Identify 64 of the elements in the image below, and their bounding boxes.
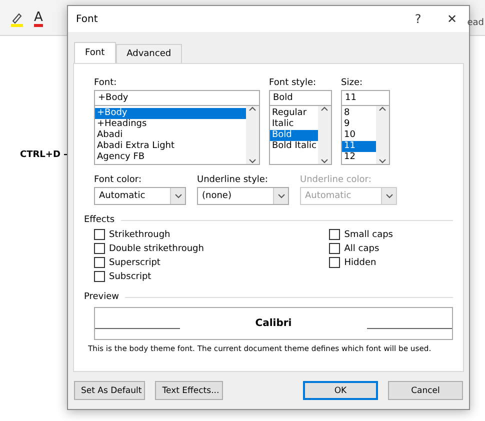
scroll-down-icon[interactable]	[379, 159, 386, 164]
field-label: Underline color:	[300, 175, 372, 185]
checkbox-box[interactable]	[329, 257, 340, 268]
list-box[interactable]: +Body +Headings Abadi Abadi Extra Light Agency FB	[94, 106, 260, 165]
list-item[interactable]: Abadi Extra Light	[95, 141, 246, 152]
checkbox[interactable]: Small caps	[329, 229, 393, 240]
scroll-down-icon[interactable]	[321, 159, 328, 164]
group-title: Preview	[84, 292, 120, 302]
list-item[interactable]: 12	[342, 152, 376, 163]
input-field[interactable]: +Body	[94, 90, 260, 106]
field-label: Underline style:	[197, 175, 269, 185]
list-item[interactable]: Agency FB	[95, 152, 246, 163]
scroll-up-icon[interactable]	[321, 106, 328, 111]
checkbox-box[interactable]	[329, 243, 340, 254]
list-item[interactable]: Bold	[270, 130, 318, 141]
checkbox-box[interactable]	[94, 271, 105, 282]
field-label: Font:	[94, 78, 118, 88]
tab[interactable]: Advanced	[116, 44, 182, 63]
checkbox-box[interactable]	[94, 257, 105, 268]
scroll-down-icon[interactable]	[278, 194, 284, 198]
list-box[interactable]: Regular Italic Bold Bold Italic	[269, 106, 332, 165]
scroll-down-icon[interactable]	[174, 194, 182, 198]
checkbox[interactable]: Hidden	[329, 257, 393, 268]
dialog-button[interactable]: OK	[303, 381, 378, 400]
list-item[interactable]: +Body	[95, 108, 246, 119]
list-item[interactable]: 8	[342, 108, 376, 119]
input-field[interactable]: Bold	[269, 90, 332, 106]
list-item[interactable]: +Headings	[95, 119, 246, 130]
dropdown[interactable]: (none)	[197, 187, 289, 205]
list-item[interactable]: Abadi	[95, 130, 246, 141]
checkbox[interactable]: All caps	[329, 243, 393, 254]
checkbox[interactable]: Superscript	[94, 257, 204, 268]
scroll-up-icon[interactable]	[249, 106, 256, 111]
checkbox-box[interactable]	[94, 229, 105, 240]
checkbox-box[interactable]	[94, 243, 105, 254]
dialog-button[interactable]: Set As Default	[74, 381, 146, 400]
list-box[interactable]: 8 9 10 11 12	[341, 106, 390, 165]
field-label: Font style:	[269, 78, 318, 88]
dialog-button[interactable]: Text Effects...	[155, 381, 223, 400]
checkbox[interactable]: Strikethrough	[94, 229, 204, 240]
tab[interactable]: Font	[74, 42, 116, 63]
checkbox[interactable]: Subscript	[94, 271, 204, 282]
window-title: Font	[76, 14, 99, 24]
scroll-up-icon[interactable]	[379, 106, 386, 111]
group-title: Effects	[84, 215, 115, 225]
list-item[interactable]: 9	[342, 119, 376, 130]
checkbox-box[interactable]	[329, 229, 340, 240]
dialog-button[interactable]: Cancel	[388, 381, 463, 400]
preview-sample: Calibri	[254, 318, 293, 329]
list-item[interactable]: 11	[342, 141, 376, 152]
checkbox[interactable]: Double strikethrough	[94, 243, 204, 254]
list-item[interactable]: Bold Italic	[270, 141, 318, 152]
dropdown[interactable]: Automatic	[94, 187, 186, 205]
font-color-button[interactable]: A	[34, 11, 43, 27]
highlighter-icon[interactable]	[10, 11, 24, 27]
field-label: Font color:	[94, 175, 142, 185]
list-item[interactable]: 10	[342, 130, 376, 141]
help-button[interactable]: ?	[401, 6, 435, 32]
list-item[interactable]: Italic	[270, 119, 318, 130]
list-item[interactable]: Regular	[270, 108, 318, 119]
close-button[interactable]: ✕	[435, 6, 469, 32]
field-label: Size:	[341, 78, 364, 88]
input-field[interactable]: 11	[341, 90, 390, 106]
scroll-down-icon[interactable]	[249, 159, 256, 164]
